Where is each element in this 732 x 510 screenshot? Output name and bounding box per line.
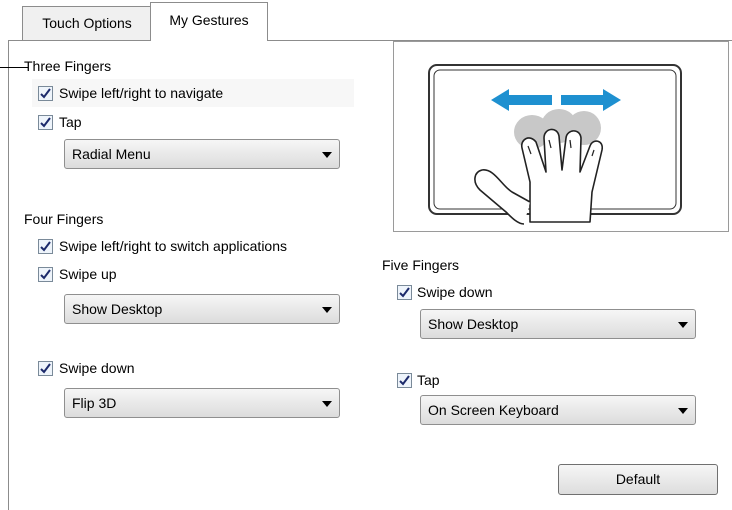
three-fingers-tap-checkbox[interactable]	[38, 115, 53, 130]
five-fingers-tap-select[interactable]: On Screen Keyboard	[420, 395, 696, 425]
chevron-down-icon	[322, 307, 332, 313]
five-fingers-swipe-down-select[interactable]: Show Desktop	[420, 309, 696, 339]
three-fingers-heading: Three Fingers	[24, 58, 112, 74]
chevron-down-icon	[322, 401, 332, 407]
checkmark-icon	[40, 88, 51, 99]
tab-touch-options[interactable]: Touch Options	[22, 6, 152, 40]
checkmark-icon	[399, 287, 410, 298]
four-fingers-swipe-down-select[interactable]: Flip 3D	[64, 388, 340, 418]
tab-strip: Touch Options My Gestures	[0, 0, 732, 41]
select-value: Show Desktop	[428, 316, 519, 332]
three-fingers-tap-label: Tap	[59, 114, 82, 130]
checkmark-icon	[399, 375, 410, 386]
default-button[interactable]: Default	[558, 464, 718, 495]
select-value: Flip 3D	[72, 395, 117, 411]
checkmark-icon	[40, 269, 51, 280]
checkmark-icon	[40, 241, 51, 252]
select-value: On Screen Keyboard	[428, 402, 559, 418]
five-fingers-tap-checkbox[interactable]	[397, 373, 412, 388]
chevron-down-icon	[678, 408, 688, 414]
four-fingers-heading: Four Fingers	[24, 211, 104, 227]
three-fingers-swipe-checkbox[interactable]	[38, 86, 53, 101]
checkmark-icon	[40, 117, 51, 128]
three-finger-swipe-illustration-icon	[428, 64, 682, 225]
four-fingers-swipe-up-select[interactable]: Show Desktop	[64, 294, 340, 324]
five-fingers-tap-label: Tap	[417, 372, 440, 388]
chevron-down-icon	[678, 322, 688, 328]
gesture-preview	[393, 41, 729, 232]
five-fingers-heading: Five Fingers	[382, 257, 460, 273]
chevron-down-icon	[322, 152, 332, 158]
three-fingers-swipe-label: Swipe left/right to navigate	[59, 85, 224, 101]
four-fingers-swipe-down-label: Swipe down	[59, 360, 135, 376]
checkmark-icon	[40, 363, 51, 374]
four-fingers-swipe-label: Swipe left/right to switch applications	[59, 238, 287, 254]
four-fingers-swipe-checkbox[interactable]	[38, 239, 53, 254]
five-fingers-swipe-down-label: Swipe down	[417, 284, 493, 300]
four-fingers-swipe-down-checkbox[interactable]	[38, 361, 53, 376]
tab-my-gestures[interactable]: My Gestures	[150, 2, 268, 41]
five-fingers-swipe-down-checkbox[interactable]	[397, 285, 412, 300]
three-fingers-tap-select[interactable]: Radial Menu	[64, 139, 340, 169]
select-value: Radial Menu	[72, 146, 151, 162]
four-fingers-swipe-up-label: Swipe up	[59, 266, 117, 282]
four-fingers-swipe-up-checkbox[interactable]	[38, 267, 53, 282]
select-value: Show Desktop	[72, 301, 163, 317]
